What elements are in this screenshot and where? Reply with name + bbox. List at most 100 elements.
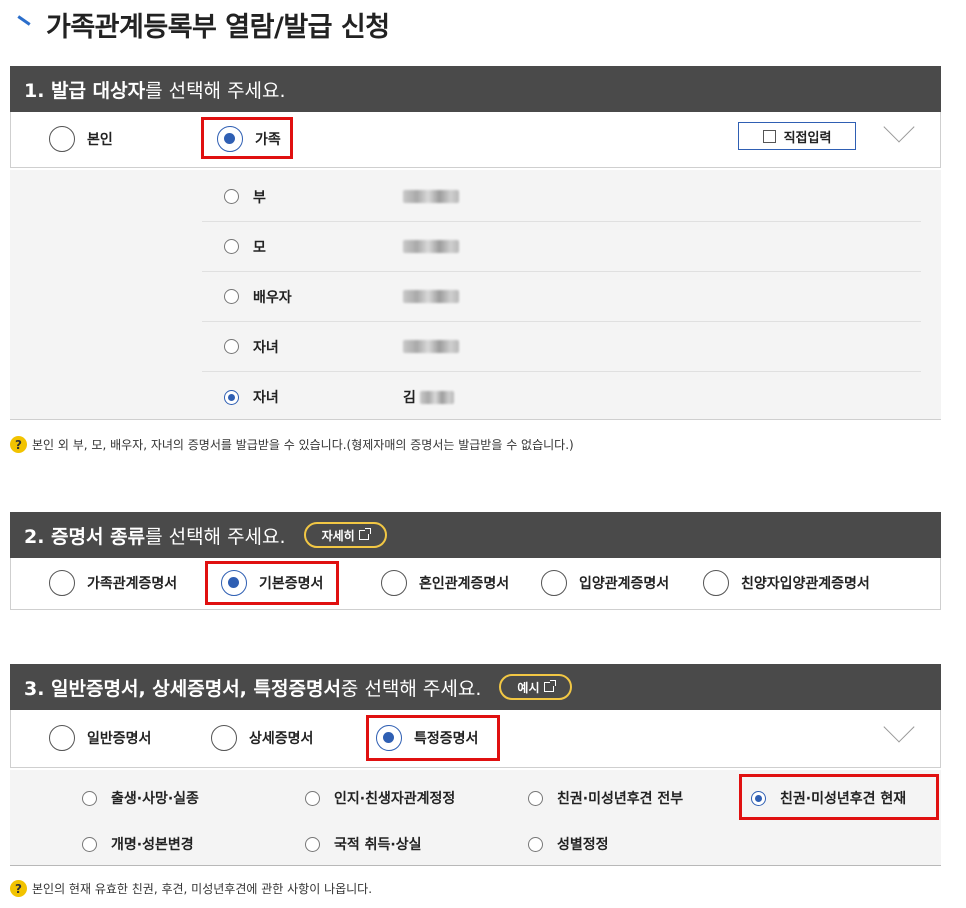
radio-full-adoption[interactable] (703, 570, 729, 596)
blurred-name (403, 240, 459, 253)
radio-general[interactable] (49, 725, 75, 751)
radio-mother[interactable] (224, 239, 239, 254)
family-name (403, 340, 459, 353)
radio-marriage[interactable] (381, 570, 407, 596)
family-name (403, 190, 459, 203)
section1-header: 1. 발급 대상자 를 선택해 주세요. (10, 66, 941, 112)
radio-specific-item[interactable] (305, 790, 320, 806)
section2-header-strong: 2. 증명서 종류 (24, 525, 146, 548)
target-option-self-label: 본인 (87, 132, 113, 148)
family-relation: 자녀 (253, 390, 279, 406)
family-row-mother[interactable]: 모 (202, 222, 921, 272)
radio-family-relation[interactable] (49, 570, 75, 596)
blurred-name (419, 390, 454, 404)
specific-option-label: 개명·성본변경 (111, 837, 194, 853)
section1-help: ? 본인 외 부, 모, 배우자, 자녀의 증명서를 발급받을 수 있습니다.(… (10, 436, 574, 453)
section3-header-strong: 3. 일반증명서, 상세증명서, 특정증명서 (24, 677, 341, 700)
example-button-label: 예시 (517, 680, 540, 695)
blurred-name (403, 290, 459, 303)
radio-child-1[interactable] (224, 339, 239, 354)
family-row-spouse[interactable]: 배우자 (202, 272, 921, 322)
specific-option[interactable]: 출생·사망·실종 (82, 786, 199, 810)
cert-option-family-relation[interactable]: 가족관계증명서 (49, 563, 177, 603)
radio-specific-item[interactable] (82, 790, 97, 806)
family-name (403, 290, 459, 303)
specific-option[interactable]: 성별정정 (528, 832, 609, 856)
radio-spouse[interactable] (224, 289, 239, 304)
section1-header-strong: 1. 발급 대상자 (24, 79, 146, 102)
detail-button[interactable]: 자세히 (303, 522, 387, 548)
cert-option-label: 가족관계증명서 (87, 576, 178, 592)
radio-specific-item[interactable] (305, 836, 320, 852)
type-option-detailed[interactable]: 상세증명서 (211, 718, 313, 758)
external-link-icon (358, 528, 371, 540)
highlight-custody-current (739, 774, 939, 820)
radio-adoption[interactable] (541, 570, 567, 596)
family-row-father[interactable]: 부 (202, 172, 921, 222)
type-option-general[interactable]: 일반증명서 (49, 718, 151, 758)
example-button[interactable]: 예시 (499, 674, 572, 700)
specific-option-label: 인지·친생자관계정정 (334, 791, 456, 807)
cert-option-label: 입양관계증명서 (579, 576, 670, 592)
radio-specific-item[interactable] (528, 790, 543, 806)
highlight-basic (205, 561, 339, 605)
specific-option-label: 출생·사망·실종 (111, 791, 199, 807)
radio-specific-item[interactable] (82, 836, 97, 852)
cert-option-full-adoption[interactable]: 친양자입양관계증명서 (703, 563, 870, 603)
section3-header: 3. 일반증명서, 상세증명서, 특정증명서 중 선택해 주세요. 예시 (10, 664, 941, 710)
family-member-panel: 부 모 배우자 자녀 자녀 김 (10, 170, 941, 420)
blurred-name (403, 190, 459, 203)
family-relation: 부 (253, 189, 266, 206)
section2-header: 2. 증명서 종류 를 선택해 주세요. 자세히 (10, 512, 941, 558)
family-name (403, 240, 459, 253)
specific-option[interactable]: 친권·미성년후견 전부 (528, 786, 683, 810)
detail-button-label: 자세히 (321, 528, 355, 543)
title-slash-icon (14, 9, 36, 39)
question-circle-icon: ? (10, 880, 27, 897)
question-circle-icon: ? (10, 436, 27, 453)
section3-type-options: 일반증명서 상세증명서 특정증명서 (10, 710, 941, 768)
cert-option-marriage[interactable]: 혼인관계증명서 (381, 563, 509, 603)
section3-help-text: 본인의 현재 유효한 친권, 후견, 미성년후견에 관한 사항이 나옵니다. (32, 882, 373, 896)
type-option-label: 일반증명서 (87, 731, 152, 747)
radio-self[interactable] (49, 126, 75, 152)
radio-child-2[interactable] (224, 389, 239, 405)
highlight-specific (366, 715, 500, 761)
specific-option[interactable]: 인지·친생자관계정정 (305, 786, 455, 810)
radio-father[interactable] (224, 189, 239, 204)
family-row-child-2[interactable]: 자녀 김 (202, 372, 921, 422)
page-title: 가족관계등록부 열람/발급 신청 (14, 4, 390, 44)
section1-help-text: 본인 외 부, 모, 배우자, 자녀의 증명서를 발급받을 수 있습니다.(형제… (32, 438, 574, 452)
chevron-down-icon[interactable] (883, 111, 915, 143)
cert-option-adoption[interactable]: 입양관계증명서 (541, 563, 669, 603)
target-option-self[interactable]: 본인 (49, 119, 113, 159)
specific-option[interactable]: 개명·성본변경 (82, 832, 194, 856)
section1-target-options: 본인 가족 직접입력 (10, 111, 941, 168)
type-option-label: 상세증명서 (249, 731, 314, 747)
direct-input-label: 직접입력 (783, 129, 832, 145)
cert-option-label: 친양자입양관계증명서 (741, 576, 870, 592)
radio-specific-item[interactable] (528, 836, 543, 852)
section2-cert-options: 가족관계증명서 기본증명서 혼인관계증명서 입양관계증명서 친양자입양관계증명서 (10, 558, 941, 610)
page-title-text: 가족관계등록부 열람/발급 신청 (46, 11, 390, 43)
specific-cert-panel: 출생·사망·실종 인지·친생자관계정정 친권·미성년후견 전부 친권·미성년후견… (10, 770, 941, 866)
family-row-child-1[interactable]: 자녀 (202, 322, 921, 372)
family-relation: 배우자 (253, 289, 292, 306)
cert-option-label: 혼인관계증명서 (419, 576, 510, 592)
chevron-down-icon[interactable] (883, 711, 915, 743)
family-name-surname: 김 (403, 390, 416, 406)
highlight-family (201, 117, 293, 159)
section1-header-rest: 를 선택해 주세요. (145, 79, 286, 102)
specific-option-label: 국적 취득·상실 (334, 837, 422, 853)
external-link-icon (543, 680, 556, 692)
specific-option-label: 성별정정 (557, 837, 609, 853)
direct-input-checkbox[interactable] (762, 129, 776, 143)
blurred-name (403, 340, 459, 353)
direct-input-button[interactable]: 직접입력 (738, 122, 856, 150)
specific-option[interactable]: 국적 취득·상실 (305, 832, 421, 856)
family-name: 김 (403, 387, 454, 407)
family-relation: 모 (253, 239, 266, 256)
section3-help: ? 본인의 현재 유효한 친권, 후견, 미성년후견에 관한 사항이 나옵니다. (10, 880, 372, 897)
radio-detailed[interactable] (211, 725, 237, 751)
family-relation: 자녀 (253, 339, 279, 356)
